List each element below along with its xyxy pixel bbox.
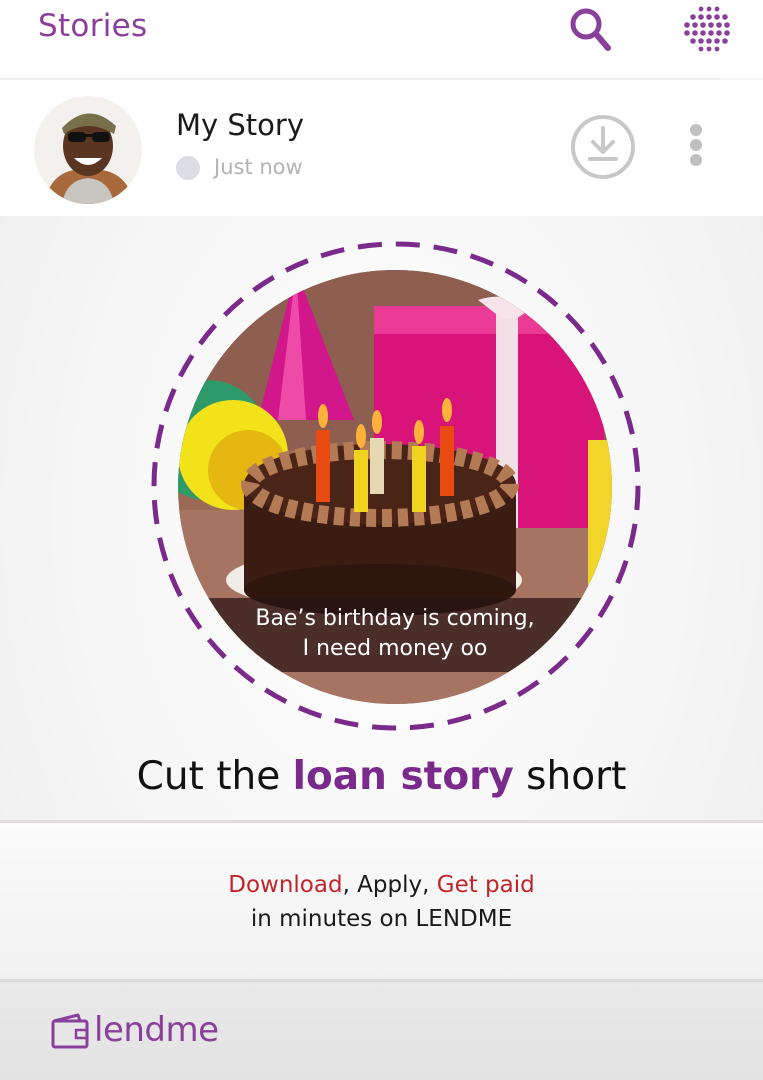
wallet-icon — [51, 1013, 89, 1049]
my-story-row[interactable]: My Story Just now — [0, 80, 763, 216]
vertical-dots-icon[interactable] — [682, 120, 712, 170]
brand-logo: lendme — [94, 1010, 219, 1050]
page-title: Stories — [38, 8, 148, 44]
promo-apply: , Apply, — [342, 872, 437, 898]
headline-highlight: loan story — [292, 754, 514, 799]
brand-footer: lendme — [0, 982, 763, 1080]
dot-grid-icon[interactable] — [681, 3, 737, 57]
story-title: My Story — [176, 108, 305, 142]
promo-line-2: in minutes on LENDME — [250, 906, 513, 932]
promo-text: Download, Apply, Get paid in minutes on … — [0, 868, 763, 936]
search-icon[interactable] — [566, 4, 616, 54]
headline-prefix: Cut the — [136, 754, 293, 799]
caption-line-2: I need money oo — [302, 636, 488, 661]
image-caption: Bae’s birthday is coming, I need money o… — [178, 604, 612, 664]
caption-line-1: Bae’s birthday is coming, — [255, 606, 535, 631]
top-bar: Stories — [0, 0, 763, 78]
story-timestamp: Just now — [214, 155, 303, 179]
promo-download: Download — [228, 872, 343, 898]
ad-banner[interactable]: Bae’s birthday is coming, I need money o… — [0, 216, 763, 1080]
headline-suffix: short — [513, 754, 627, 799]
birthday-cake-image: Bae’s birthday is coming, I need money o… — [178, 270, 612, 704]
ad-headline: Cut the loan story short — [0, 754, 763, 799]
status-dot — [176, 156, 200, 180]
avatar[interactable] — [34, 96, 142, 204]
download-circle-icon[interactable] — [568, 112, 638, 182]
promo-get-paid: Get paid — [436, 872, 535, 898]
